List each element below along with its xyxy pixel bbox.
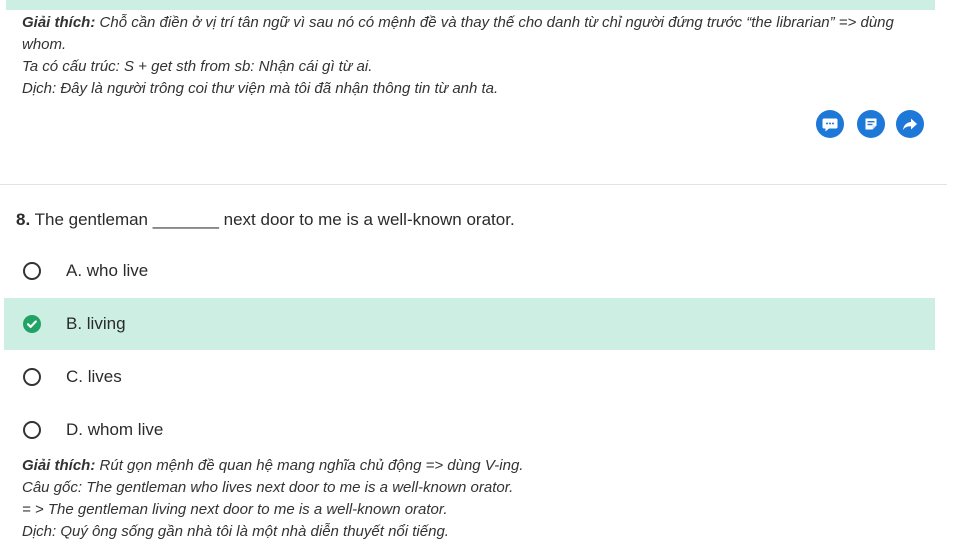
explanation-text: Chỗ cần điền ở vị trí tân ngữ vì sau nó … [22, 14, 894, 53]
option-label: B. living [66, 314, 126, 333]
option-label: A. who live [66, 261, 149, 280]
section-divider [0, 184, 947, 185]
option-label: C. lives [66, 367, 122, 386]
share-icon [903, 118, 917, 131]
note-button[interactable] [857, 110, 885, 138]
option-label: D. whom live [66, 420, 164, 439]
comment-icon [822, 118, 838, 132]
question-text: The gentleman _______ next door to me is… [34, 210, 515, 229]
original-sentence-line: Câu gốc: The gentleman who lives next do… [22, 479, 514, 496]
option-b[interactable]: B. living [4, 298, 935, 350]
explanation-text: Rút gọn mệnh đề quan hệ mang nghĩa chủ đ… [99, 457, 524, 474]
radio-button[interactable] [23, 368, 41, 386]
answer-explanation: Giải thích: Rút gọn mệnh đề quan hệ mang… [22, 455, 932, 543]
previous-explanation-line: Giải thích: Chỗ cần điền ở vị trí tân ng… [22, 12, 932, 56]
radio-button[interactable] [23, 262, 41, 280]
translation-line: Dịch: Đây là người trông coi thư viện mà… [22, 80, 499, 97]
translation-line: Dịch: Quý ông sống gần nhà tôi là một nh… [22, 523, 449, 540]
previous-answer-highlight [6, 0, 935, 10]
question-8: 8. The gentleman _______ next door to me… [16, 209, 515, 231]
structure-line: Ta có cấu trúc: S + get sth from sb: Nhậ… [22, 58, 373, 75]
check-circle-icon [23, 315, 41, 333]
option-c[interactable]: C. lives [4, 351, 935, 403]
explanation-line: Giải thích: Rút gọn mệnh đề quan hệ mang… [22, 455, 932, 477]
option-d[interactable]: D. whom live [4, 404, 935, 456]
explanation-title: Giải thích: [22, 14, 96, 31]
question-number: 8. [16, 210, 31, 229]
radio-button[interactable] [23, 421, 41, 439]
answer-options: A. who live B. living C. lives D. whom l… [4, 245, 935, 457]
note-icon [865, 118, 877, 130]
previous-explanation: Giải thích: Chỗ cần điền ở vị trí tân ng… [22, 12, 932, 100]
comment-button[interactable] [816, 110, 844, 138]
reduced-sentence-line: = > The gentleman living next door to me… [22, 501, 448, 518]
explanation-title: Giải thích: [22, 457, 96, 474]
share-button[interactable] [896, 110, 924, 138]
option-a[interactable]: A. who live [4, 245, 935, 297]
